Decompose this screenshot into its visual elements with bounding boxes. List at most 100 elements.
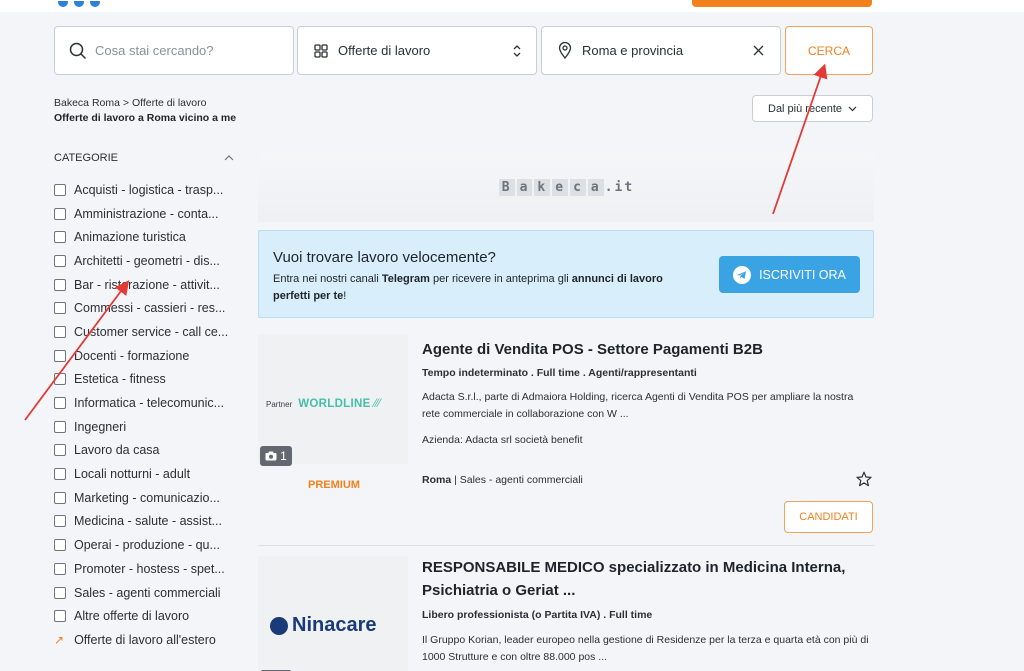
category-label: Marketing - comunicazio... <box>74 490 220 505</box>
job-listing[interactable]: Ninacare 1 RESPONSABILE MEDICO specializ… <box>258 545 874 671</box>
category-checkbox[interactable] <box>54 539 66 552</box>
category-label: Altre offerte di lavoro <box>74 609 190 624</box>
site-logo-fragment[interactable] <box>58 0 148 7</box>
chevron-up-icon[interactable] <box>224 155 234 161</box>
listing-thumbnail[interactable]: Ninacare 1 <box>258 556 408 671</box>
category-checkbox[interactable] <box>54 231 66 244</box>
photo-count-badge[interactable]: 1 <box>260 446 292 466</box>
partner-logo: Partner WORLDLINE ⁄⁄⁄ <box>266 398 381 410</box>
promo-text-bold: Telegram <box>381 273 430 285</box>
apply-button[interactable]: CANDIDATI <box>784 501 873 533</box>
logo-letter: a <box>516 178 533 196</box>
ad-banner[interactable]: Ba k e c a .it <box>258 152 874 222</box>
clear-icon[interactable] <box>753 45 764 56</box>
category-item[interactable]: Promoter - hostess - spet... <box>54 557 244 581</box>
listing-description: Il Gruppo Korian, leader europeo nella g… <box>422 634 869 663</box>
category-item[interactable]: Operai - produzione - qu... <box>54 533 244 557</box>
bakeca-logo: Ba k e c a .it <box>498 178 635 196</box>
category-label: Docenti - formazione <box>74 348 190 363</box>
category-checkbox[interactable] <box>54 207 66 220</box>
category-checkbox[interactable] <box>54 397 66 410</box>
premium-badge: PREMIUM <box>308 479 360 491</box>
category-item[interactable]: Estetica - fitness <box>54 368 244 392</box>
listing-company: Azienda: Adacta srl società benefit <box>422 434 583 446</box>
category-checkbox[interactable] <box>54 586 66 599</box>
category-checkbox[interactable] <box>54 278 66 291</box>
listing-description: Adacta S.r.l., parte di Admaiora Holding… <box>422 391 854 420</box>
category-label: Animazione turistica <box>74 230 186 245</box>
chevron-down-icon <box>848 106 857 111</box>
category-item[interactable]: Ingegneri <box>54 415 244 439</box>
breadcrumb-home[interactable]: Bakeca Roma <box>54 97 120 109</box>
categories-header[interactable]: CATEGORIE <box>54 152 234 164</box>
category-checkbox[interactable] <box>54 349 66 362</box>
category-item[interactable]: Marketing - comunicazio... <box>54 486 244 510</box>
telegram-promo-title: Vuoi trovare lavoro velocemente? <box>273 249 496 266</box>
category-checkbox[interactable] <box>54 444 66 457</box>
ninacare-text: Ninacare <box>292 614 377 636</box>
category-select[interactable]: Offerte di lavoro <box>297 26 537 75</box>
category-item[interactable]: Lavoro da casa <box>54 439 244 463</box>
listing-title[interactable]: RESPONSABILE MEDICO specializzato in Med… <box>422 556 862 602</box>
telegram-subscribe-button[interactable]: ISCRIVITI ORA <box>719 256 860 293</box>
category-label: Architetti - geometri - dis... <box>74 253 220 268</box>
category-checkbox[interactable] <box>54 302 66 315</box>
star-icon[interactable] <box>856 471 872 487</box>
promo-text-part: Entra nei nostri canali <box>273 273 382 285</box>
job-listing[interactable]: Partner WORLDLINE ⁄⁄⁄ 1 PREMIUM Agente d… <box>258 330 874 540</box>
logo-letter: c <box>570 178 586 196</box>
category-list: Acquisti - logistica - trasp... Amminist… <box>54 178 244 652</box>
sort-select[interactable]: Dal più recente <box>752 95 873 122</box>
category-checkbox[interactable] <box>54 183 66 196</box>
promo-text-part: per ricevere in anteprima gli <box>429 273 572 285</box>
category-checkbox[interactable] <box>54 468 66 481</box>
logo-letter: B <box>498 178 515 196</box>
category-item[interactable]: Acquisti - logistica - trasp... <box>54 178 244 202</box>
category-checkbox[interactable] <box>54 562 66 575</box>
foreign-jobs-link[interactable]: ↗ Offerte di lavoro all'estero <box>54 628 244 652</box>
ninacare-logo: Ninacare <box>270 614 377 637</box>
logo-suffix: .it <box>604 179 635 195</box>
category-item[interactable]: Medicina - salute - assist... <box>54 510 244 534</box>
header-strip <box>0 0 1024 12</box>
search-what-box[interactable] <box>54 26 294 75</box>
category-item[interactable]: Amministrazione - conta... <box>54 202 244 226</box>
category-item[interactable]: Bar - ristorazione - attivit... <box>54 273 244 297</box>
listing-title[interactable]: Agente di Vendita POS - Settore Pagament… <box>422 338 862 361</box>
category-item[interactable]: Animazione turistica <box>54 225 244 249</box>
category-checkbox[interactable] <box>54 325 66 338</box>
category-checkbox[interactable] <box>54 254 66 267</box>
category-label: Promoter - hostess - spet... <box>74 561 225 576</box>
category-item[interactable]: Customer service - call ce... <box>54 320 244 344</box>
listing-sector: Sales - agenti commerciali <box>459 474 583 486</box>
worldline-mark-icon: ⁄⁄⁄ <box>374 398 381 410</box>
category-label: Customer service - call ce... <box>74 324 229 339</box>
partner-label: Partner <box>266 399 293 409</box>
category-checkbox[interactable] <box>54 610 66 623</box>
category-item[interactable]: Docenti - formazione <box>54 344 244 368</box>
category-item[interactable]: Architetti - geometri - dis... <box>54 249 244 273</box>
search-button[interactable]: CERCA <box>785 26 873 75</box>
grid-icon <box>314 43 328 58</box>
category-item[interactable]: Commessi - cassieri - res... <box>54 296 244 320</box>
category-item[interactable]: Altre offerte di lavoro <box>54 604 244 628</box>
foreign-jobs-label: Offerte di lavoro all'estero <box>74 632 216 647</box>
location-input[interactable]: Roma e provincia <box>582 43 683 58</box>
category-checkbox[interactable] <box>54 491 66 504</box>
updown-chevron-icon <box>513 44 521 57</box>
category-checkbox[interactable] <box>54 373 66 386</box>
telegram-promo: Vuoi trovare lavoro velocemente? Entra n… <box>258 230 874 318</box>
listing-location-sep: | <box>451 474 460 486</box>
category-item[interactable]: Informatica - telecomunic... <box>54 391 244 415</box>
category-item[interactable]: Sales - agenti commerciali <box>54 581 244 605</box>
breadcrumb: Bakeca Roma > Offerte di lavoro <box>54 97 206 109</box>
publish-button-fragment[interactable] <box>692 0 872 7</box>
category-item[interactable]: Locali notturni - adult <box>54 462 244 486</box>
listing-thumbnail[interactable]: Partner WORLDLINE ⁄⁄⁄ 1 PREMIUM <box>258 334 408 491</box>
category-checkbox[interactable] <box>54 515 66 528</box>
breadcrumb-current[interactable]: Offerte di lavoro <box>132 97 207 109</box>
location-box[interactable]: Roma e provincia <box>541 26 781 75</box>
search-input[interactable] <box>95 43 275 58</box>
listing-meta: Tempo indeterminato . Full time . Agenti… <box>422 367 697 379</box>
category-checkbox[interactable] <box>54 420 66 433</box>
